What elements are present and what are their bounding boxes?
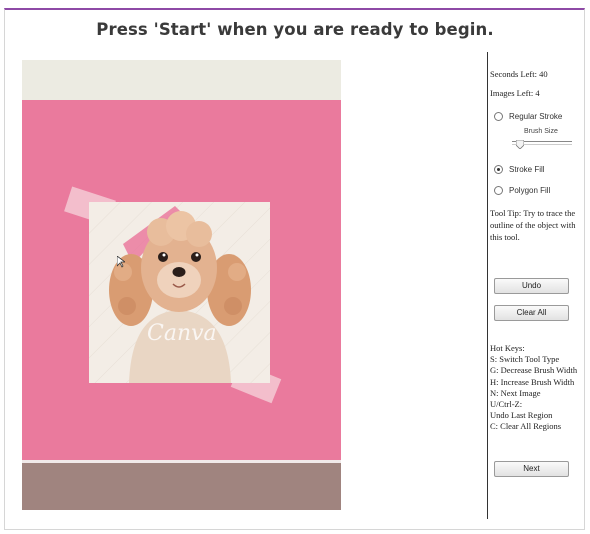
clear-all-button[interactable]: Clear All — [494, 305, 569, 321]
image-bottom-band — [22, 463, 341, 510]
hotkey-line: Hot Keys: — [490, 343, 525, 353]
hotkey-line: C: Clear All Regions — [490, 421, 562, 432]
brush-size-slider-thumb[interactable] — [515, 136, 525, 150]
panel-divider — [487, 52, 488, 519]
stroke-fill-option[interactable]: Stroke Fill — [494, 165, 545, 174]
image-top-band — [22, 60, 341, 100]
regular-stroke-label: Regular Stroke — [509, 112, 563, 121]
annotation-canvas[interactable]: Canva — [22, 60, 341, 510]
stroke-fill-radio[interactable] — [494, 165, 503, 174]
polygon-fill-radio[interactable] — [494, 186, 503, 195]
next-button[interactable]: Next — [494, 461, 569, 477]
hotkey-line: N: Next Image — [490, 387, 541, 398]
tool-tip: Tool Tip: Try to trace the outline of th… — [490, 208, 576, 242]
hotkey-line: G: Decrease Brush Width — [490, 365, 578, 376]
regular-stroke-option[interactable]: Regular Stroke — [494, 112, 562, 121]
hotkeys-list: Hot Keys: S: Switch Tool Type G: Decreas… — [490, 343, 586, 433]
images-left: Images Left: 4 — [490, 88, 540, 98]
hotkey-line: H: Increase Brush Width — [490, 376, 575, 387]
polygon-fill-option[interactable]: Polygon Fill — [494, 186, 550, 195]
page-title: Press 'Start' when you are ready to begi… — [96, 20, 494, 39]
regular-stroke-radio[interactable] — [494, 112, 503, 121]
brush-size-label: Brush Size — [524, 128, 558, 135]
hotkey-line: S: Switch Tool Type — [490, 354, 560, 365]
dog-photo: Canva — [89, 202, 270, 383]
poodle-illustration: Canva — [89, 202, 270, 383]
undo-button[interactable]: Undo — [494, 278, 569, 294]
hotkey-line: U/Ctrl-Z: — [490, 399, 523, 410]
stroke-fill-label: Stroke Fill — [509, 165, 545, 174]
watermark-text: Canva — [147, 321, 217, 346]
polygon-fill-label: Polygon Fill — [509, 186, 551, 195]
mouse-cursor-icon — [116, 255, 127, 268]
hotkey-line: Undo Last Region — [490, 410, 553, 421]
seconds-left: Seconds Left: 40 — [490, 69, 548, 79]
